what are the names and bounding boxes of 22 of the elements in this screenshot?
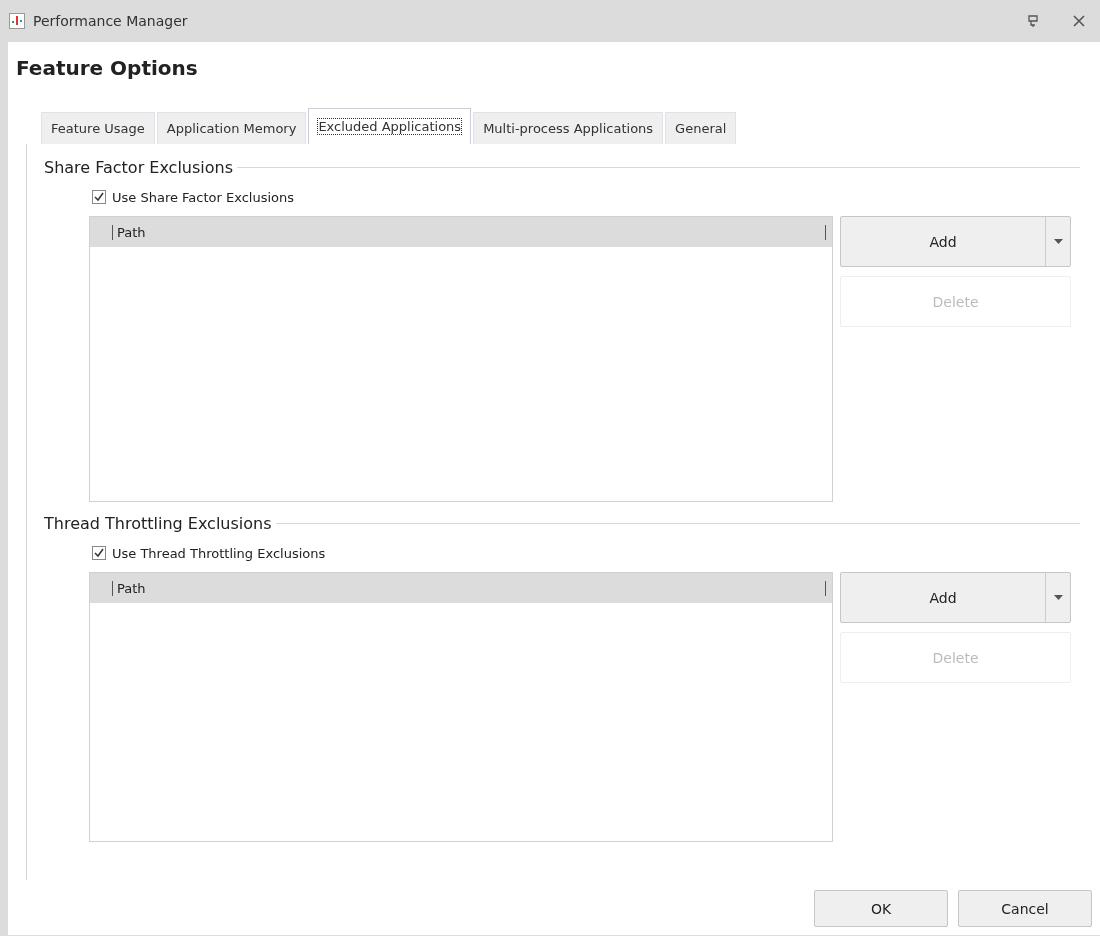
tab[interactable]: Application Memory	[156, 112, 307, 144]
tab[interactable]: Feature Usage	[41, 112, 155, 144]
chart-icon	[9, 13, 25, 29]
dialog-button[interactable]: Cancel	[958, 890, 1092, 927]
tab[interactable]: General	[665, 112, 737, 144]
caret-icon	[1053, 595, 1063, 600]
tab[interactable]: Excluded Applications	[308, 108, 472, 144]
checkbox-label[interactable]: Use Thread Throttling Exclusions	[112, 545, 326, 561]
window-title: Performance Manager	[33, 13, 189, 29]
pin-icon[interactable]	[1026, 14, 1040, 28]
group-title: Share Factor Exclusions	[44, 158, 234, 177]
close-icon[interactable]	[1072, 14, 1086, 28]
path-list[interactable]: Path	[89, 216, 833, 502]
path-list[interactable]: Path	[89, 572, 833, 842]
checkbox-label[interactable]: Use Share Factor Exclusions	[112, 189, 295, 205]
caret-icon	[1053, 239, 1063, 244]
dialog-button[interactable]: OK	[814, 890, 948, 927]
checkbox[interactable]	[92, 546, 106, 560]
tab[interactable]: Multi-process Applications	[473, 112, 664, 144]
dialog-heading: Feature Options	[16, 56, 199, 82]
group-title: Thread Throttling Exclusions	[44, 514, 272, 533]
checkbox[interactable]	[92, 190, 106, 204]
